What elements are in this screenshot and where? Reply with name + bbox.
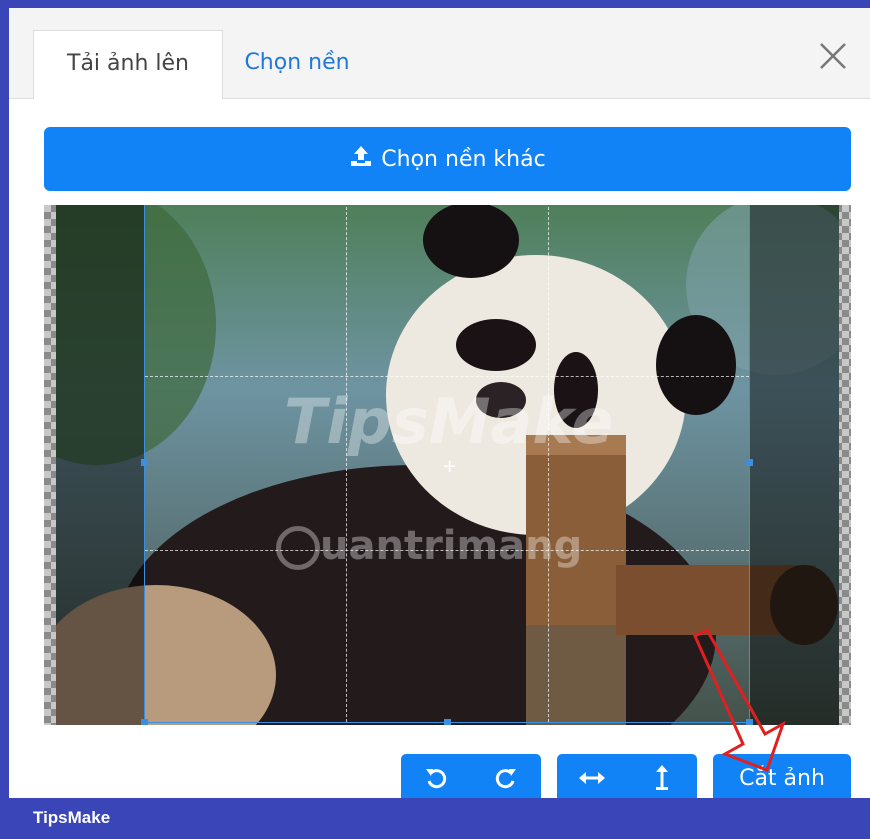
crop-handle-se[interactable] — [746, 719, 753, 725]
close-icon[interactable] — [813, 36, 853, 76]
footer-bar: TipsMake — [0, 798, 870, 839]
tab-bar: Tải ảnh lên Chọn nền — [9, 8, 870, 99]
flip-vertical-icon[interactable] — [642, 758, 682, 798]
tab-choose-background[interactable]: Chọn nền — [227, 30, 367, 98]
upload-icon — [349, 144, 373, 174]
rotate-button-group — [401, 754, 541, 798]
crop-grid-line — [548, 205, 549, 722]
crop-mask-left — [56, 205, 144, 725]
center-crosshair-icon: + — [442, 456, 458, 477]
footer-brand: TipsMake — [33, 808, 111, 827]
crop-image-button[interactable]: Cắt ảnh — [713, 754, 851, 798]
crop-handle-s[interactable] — [444, 719, 451, 725]
rotate-left-icon[interactable] — [416, 758, 456, 798]
crop-handle-sw[interactable] — [141, 719, 148, 725]
crop-mask-right — [750, 205, 839, 725]
crop-handle-e[interactable] — [746, 459, 753, 466]
crop-box[interactable]: + — [141, 205, 753, 725]
crop-grid-line — [346, 205, 347, 722]
choose-other-background-button[interactable]: Chọn nền khác — [44, 127, 851, 191]
background-dialog: Tải ảnh lên Chọn nền Chọn nền khác TipsM… — [9, 8, 870, 798]
tab-upload-image[interactable]: Tải ảnh lên — [33, 30, 223, 99]
choose-other-background-label: Chọn nền khác — [381, 146, 546, 172]
crop-canvas[interactable]: TipsMake uantrimang + — [44, 205, 851, 725]
rotate-right-icon[interactable] — [486, 758, 526, 798]
flip-horizontal-icon[interactable] — [572, 758, 612, 798]
crop-handle-w[interactable] — [141, 459, 148, 466]
flip-button-group — [557, 754, 697, 798]
crop-grid-line — [145, 376, 749, 377]
crop-grid-line — [145, 550, 749, 551]
